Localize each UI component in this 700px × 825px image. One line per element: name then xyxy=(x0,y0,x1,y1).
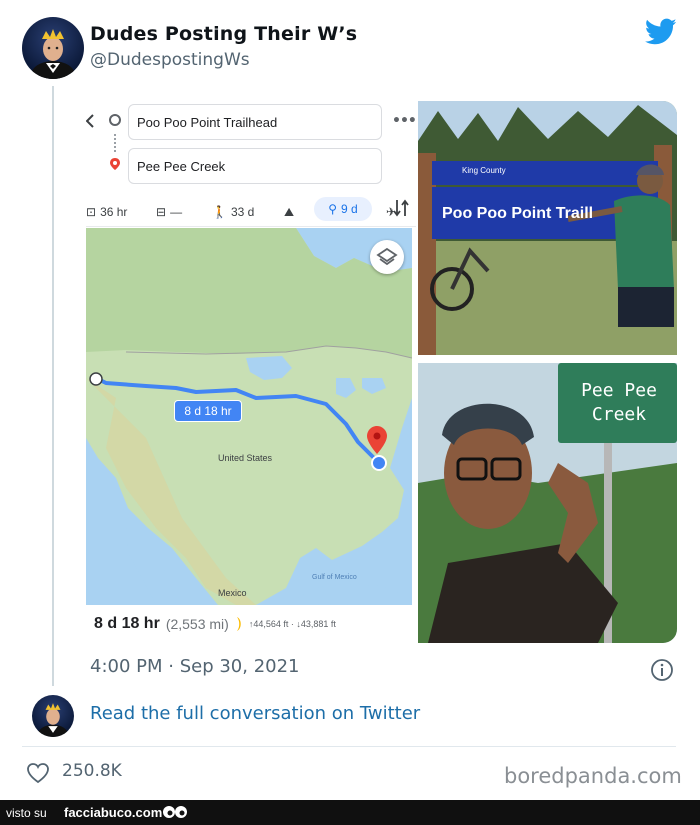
profile-avatar[interactable] xyxy=(22,17,84,79)
mode-bike: ⚲ 9 d xyxy=(314,197,372,221)
trail-photo-image xyxy=(418,101,677,355)
summary-distance: (2,553 mi) xyxy=(165,616,229,632)
more-options-icon: ••• xyxy=(392,113,417,129)
heart-icon[interactable] xyxy=(26,762,50,784)
back-arrow-icon xyxy=(86,114,94,128)
twitter-logo-icon[interactable] xyxy=(645,18,677,46)
photo-creek-sign[interactable]: Pee Pee Creek xyxy=(418,363,677,643)
route-summary: 8 d 18 hr (2,553 mi) ↑44,564 ft · ↓43,88… xyxy=(86,605,412,643)
tweet-timestamp[interactable]: 4:00 PM · Sep 30, 2021 xyxy=(90,656,300,677)
mode-transit: ⊟ — xyxy=(156,205,183,219)
bike-icon: ⚲ xyxy=(328,202,338,216)
origin-row: Poo Poo Point Trailhead ••• xyxy=(86,101,417,145)
info-icon[interactable] xyxy=(650,658,674,682)
destination-pin-icon xyxy=(110,158,120,170)
trail-sign-text: Poo Poo Point Traill xyxy=(442,205,594,222)
summary-duration: 8 d 18 hr xyxy=(94,615,160,632)
media-grid[interactable]: Poo Poo Point Trailhead ••• Pee Pee Cree… xyxy=(86,101,677,643)
mexico-label: Mexico xyxy=(218,588,247,598)
summary-elevation: ↑44,564 ft · ↓43,881 ft xyxy=(248,619,336,629)
layers-button xyxy=(370,240,404,274)
read-conversation-link[interactable]: Read the full conversation on Twitter xyxy=(90,703,420,724)
gulf-label: Gulf of Mexico xyxy=(312,574,357,581)
plane-icon: ✈ xyxy=(386,205,397,219)
sign-org-label: King County xyxy=(462,166,506,175)
route-duration-tag: 8 d 18 hr xyxy=(174,400,242,422)
tweet-card: Dudes Posting Their W’s @DudespostingWs … xyxy=(0,0,700,800)
destination-field: Pee Pee Creek xyxy=(128,148,382,184)
like-count[interactable]: 250.8K xyxy=(62,761,122,781)
mode-walk: 🚶 33 d xyxy=(212,205,255,219)
layers-icon xyxy=(376,247,398,266)
photo-trail-sign[interactable]: King County Poo Poo Point Traill xyxy=(418,101,677,355)
eyes-logo-icon xyxy=(163,806,187,818)
display-name[interactable]: Dudes Posting Their W’s xyxy=(90,23,357,45)
transit-icon: ⊟ xyxy=(156,205,167,219)
car-icon: ⊡ xyxy=(86,205,97,219)
thread-line xyxy=(52,86,54,686)
travel-modes: ⊡ 36 hr ⊟ — 🚶 33 d ⛰ ⚲ 9 d ✈ xyxy=(86,193,416,227)
country-label: United States xyxy=(218,453,273,463)
elevation-icon xyxy=(236,617,241,631)
origin-field: Poo Poo Point Trailhead xyxy=(128,104,382,140)
walk-icon: 🚶 xyxy=(212,205,227,219)
footer-bar: visto su facciabuco.com xyxy=(0,800,700,825)
source-watermark: boredpanda.com xyxy=(504,764,682,788)
footer-brand[interactable]: facciabuco.com xyxy=(64,805,162,820)
mode-hike: ⛰ xyxy=(284,202,294,222)
profile-avatar-small[interactable] xyxy=(32,695,74,737)
map-view: 8 d 18 hr United States Mexico Gulf of M… xyxy=(86,228,412,605)
map-screenshot[interactable]: Poo Poo Point Trailhead ••• Pee Pee Cree… xyxy=(86,101,417,643)
origin-circle-icon xyxy=(109,114,121,126)
destination-row: Pee Pee Creek xyxy=(86,145,416,217)
mode-car: ⊡ 36 hr xyxy=(86,205,128,219)
divider xyxy=(22,746,676,747)
footer-visto-label: visto su xyxy=(6,806,47,820)
user-handle[interactable]: @DudespostingWs xyxy=(90,50,250,70)
mode-plane: ✈ xyxy=(386,202,396,222)
hike-icon: ⛰ xyxy=(284,204,295,219)
map-land xyxy=(86,228,412,605)
creek-sign-text: Pee Pee Creek xyxy=(581,380,657,425)
